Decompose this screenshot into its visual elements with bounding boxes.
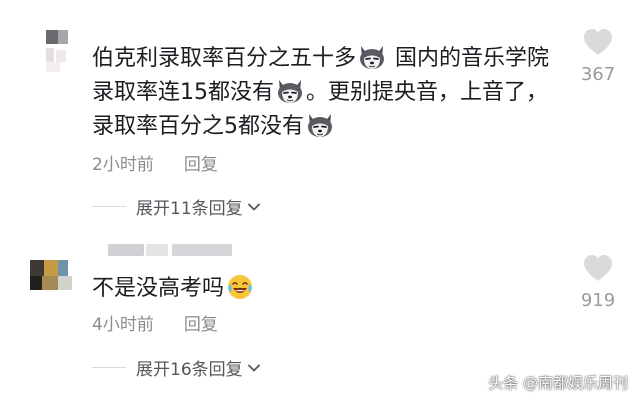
- username-blurred: [146, 244, 168, 256]
- reply-button[interactable]: 回复: [184, 315, 218, 335]
- heart-icon[interactable]: [583, 254, 613, 282]
- expand-replies-label: 展开11条回复: [136, 199, 243, 219]
- like-count: 367: [580, 64, 616, 85]
- husky-dog-emoji: [358, 43, 386, 71]
- avatar[interactable]: [30, 244, 76, 292]
- divider-line: [92, 206, 126, 207]
- laughing-crying-emoji: [226, 273, 254, 301]
- like-count: 919: [580, 290, 616, 311]
- username-blurred: [108, 244, 144, 256]
- reply-button[interactable]: 回复: [184, 155, 218, 175]
- husky-dog-emoji: [306, 111, 334, 139]
- avatar[interactable]: [46, 26, 92, 74]
- source-watermark: 头条 @南都娱乐周刊: [488, 374, 628, 392]
- husky-dog-emoji: [276, 77, 304, 105]
- like-control[interactable]: 919: [576, 254, 620, 311]
- divider-line: [92, 367, 126, 368]
- comment-time: 4小时前: [92, 315, 154, 335]
- chevron-down-icon: [247, 361, 261, 375]
- comment-time: 2小时前: [92, 155, 154, 175]
- expand-replies-button[interactable]: 展开16条回复: [92, 355, 261, 380]
- chevron-down-icon: [247, 200, 261, 214]
- expand-replies-button[interactable]: 展开11条回复: [92, 194, 261, 219]
- username-blurred: [172, 244, 232, 256]
- comment-meta: 4小时前 回复: [92, 310, 218, 335]
- comment-meta: 2小时前 回复: [92, 150, 218, 175]
- heart-icon[interactable]: [583, 28, 613, 56]
- comment-text: 伯克利录取率百分之五十多 国内的音乐学院录取率连15都没有 。更别提央音，上音了，…: [92, 42, 562, 144]
- expand-replies-label: 展开16条回复: [136, 360, 243, 380]
- like-control[interactable]: 367: [576, 28, 620, 85]
- comment-item: 伯克利录取率百分之五十多 国内的音乐学院录取率连15都没有 。更别提央音，上音了，…: [0, 0, 640, 228]
- comment-text: 不是没高考吗: [92, 272, 532, 306]
